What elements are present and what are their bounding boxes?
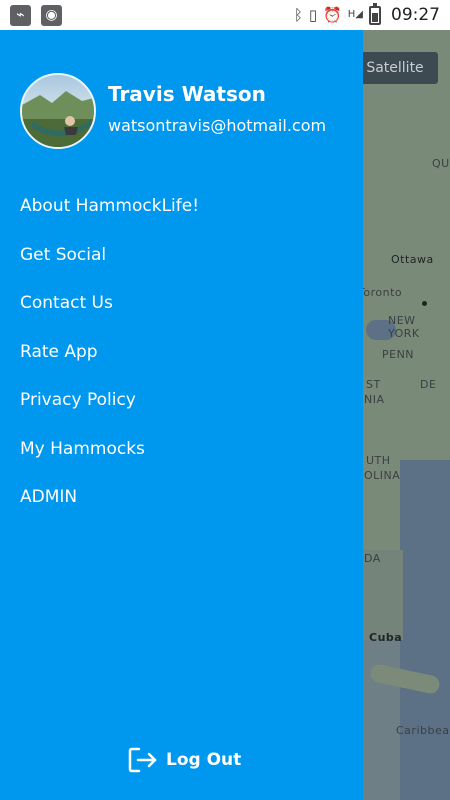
logout-button[interactable]: Log Out: [128, 746, 241, 774]
map-label: UTH: [366, 454, 391, 467]
android-debug-icon: ◉: [41, 5, 62, 26]
satellite-toggle-button[interactable]: Satellite: [352, 52, 438, 84]
battery-icon: [369, 2, 381, 25]
signal-h-icon: H◢: [347, 9, 363, 20]
menu-item-privacy-policy[interactable]: Privacy Policy: [20, 388, 199, 437]
menu-item-about[interactable]: About HammockLife!: [20, 194, 199, 243]
map-label: Cuba: [369, 631, 403, 644]
map-city-marker: [422, 301, 427, 306]
map-label: NIA: [364, 393, 385, 406]
menu-item-rate-app[interactable]: Rate App: [20, 340, 199, 389]
avatar[interactable]: [20, 73, 96, 149]
menu-item-admin[interactable]: ADMIN: [20, 485, 199, 534]
usb-icon: ⌁: [10, 5, 31, 26]
map-label: QU: [432, 157, 450, 170]
logout-label: Log Out: [166, 750, 242, 770]
menu-item-my-hammocks[interactable]: My Hammocks: [20, 437, 199, 486]
map-label: Ottawa: [391, 253, 434, 266]
map-label: Caribbean: [396, 724, 450, 737]
vibrate-icon: ▯: [308, 6, 318, 24]
map-label: ST: [366, 378, 381, 391]
profile-photo: [22, 91, 94, 147]
logout-icon: [128, 747, 157, 773]
status-bar: ⌁ ◉ ᛒ ▯ ⏰ H◢ 09:27: [0, 0, 450, 30]
navigation-drawer: Travis Watson watsontravis@hotmail.com A…: [0, 30, 363, 800]
map-label: Toronto: [358, 286, 403, 299]
map-label: DA: [364, 552, 381, 565]
bluetooth-icon: ᛒ: [293, 6, 303, 24]
menu-item-contact-us[interactable]: Contact Us: [20, 291, 199, 340]
map-label: NEW YORK: [388, 314, 420, 340]
map-label: PENN: [382, 348, 415, 361]
map-label: OLINA: [364, 469, 401, 482]
user-name: Travis Watson: [108, 82, 266, 106]
alarm-icon: ⏰: [323, 6, 342, 24]
clock: 09:27: [391, 5, 440, 25]
menu-item-get-social[interactable]: Get Social: [20, 243, 199, 292]
map-label: DE: [420, 378, 437, 391]
user-email: watsontravis@hotmail.com: [108, 116, 327, 135]
drawer-menu: About HammockLife! Get Social Contact Us…: [20, 194, 199, 534]
